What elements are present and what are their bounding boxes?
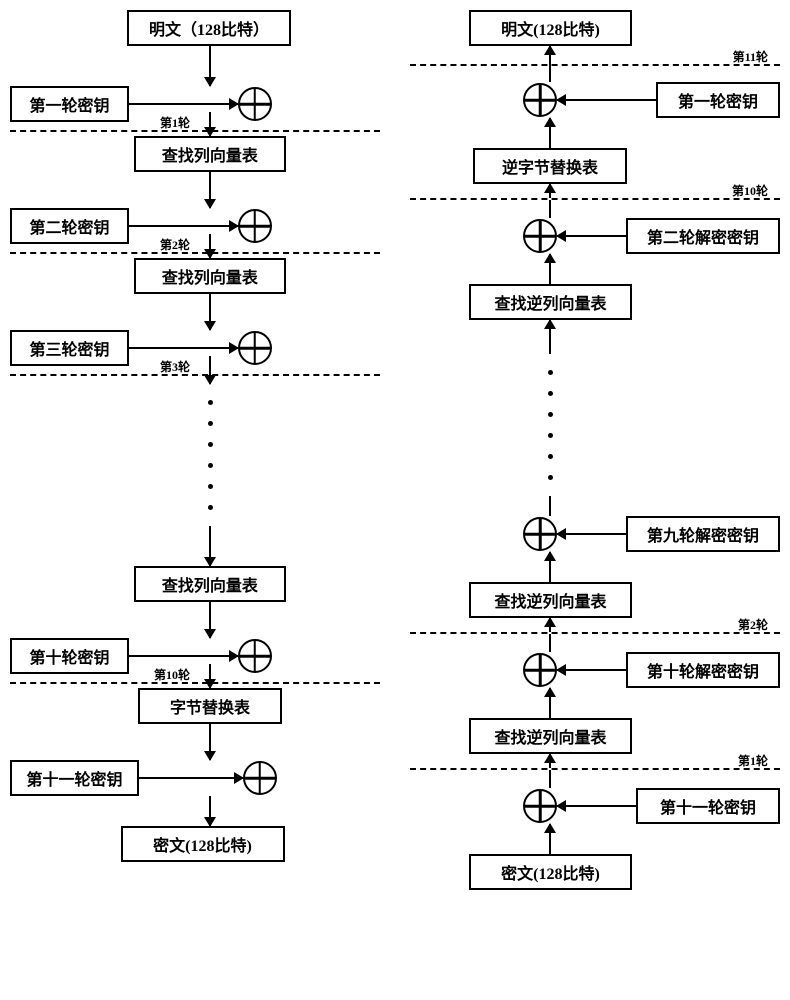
round-label-2r: 第2轮 [738, 616, 768, 633]
plaintext-box: 明文（128比特） [127, 10, 291, 46]
xor-icon [523, 83, 557, 117]
dec-key-11: 第十一轮密钥 [636, 788, 780, 824]
round-key-11: 第十一轮密钥 [10, 760, 139, 796]
round-key-3: 第三轮密钥 [10, 330, 129, 366]
lookup-table-2: 查找列向量表 [134, 258, 287, 294]
xor-icon [523, 789, 557, 823]
ciphertext-box: 密文(128比特) [469, 854, 631, 890]
byte-sub-table: 字节替换表 [138, 688, 282, 724]
xor-icon [238, 209, 272, 243]
xor-icon [238, 87, 272, 121]
xor-icon [238, 639, 272, 673]
round-label-10: 第10轮 [732, 182, 768, 199]
round-label-11: 第11轮 [733, 48, 768, 65]
xor-icon [243, 761, 277, 795]
lookup-table-1: 查找列向量表 [134, 136, 287, 172]
lookup-table-9: 查找列向量表 [134, 566, 287, 602]
dec-key-2: 第二轮解密密钥 [626, 218, 780, 254]
round-label-1r: 第1轮 [738, 752, 768, 769]
ellipsis-icon [208, 400, 213, 510]
dec-key-10: 第十轮解密密钥 [626, 652, 780, 688]
round-key-10: 第十轮密钥 [10, 638, 129, 674]
xor-icon [238, 331, 272, 365]
round-key-2: 第二轮密钥 [10, 208, 129, 244]
ciphertext-box: 密文(128比特) [121, 826, 285, 862]
round-label-2: 第2轮 [160, 236, 190, 253]
round-label-1: 第1轮 [160, 114, 190, 131]
xor-icon [523, 653, 557, 687]
dec-key-1: 第一轮密钥 [656, 82, 780, 118]
inv-lookup-2: 查找逆列向量表 [469, 284, 631, 320]
xor-icon [523, 517, 557, 551]
inv-lookup-10: 查找逆列向量表 [469, 718, 631, 754]
decryption-flow: 明文(128比特) 第11轮 第一轮密钥 [410, 10, 780, 890]
dec-key-9: 第九轮解密密钥 [626, 516, 780, 552]
xor-icon [523, 219, 557, 253]
round-label-10: 第10轮 [154, 666, 190, 683]
plaintext-box: 明文(128比特) [469, 10, 631, 46]
inv-byte-sub-table: 逆字节替换表 [473, 148, 627, 184]
encryption-flow: 明文（128比特） 第一轮密钥 第1轮 [10, 10, 380, 862]
round-key-1: 第一轮密钥 [10, 86, 129, 122]
inv-lookup-9: 查找逆列向量表 [469, 582, 631, 618]
ellipsis-icon [548, 370, 553, 480]
round-label-3: 第3轮 [160, 358, 190, 375]
